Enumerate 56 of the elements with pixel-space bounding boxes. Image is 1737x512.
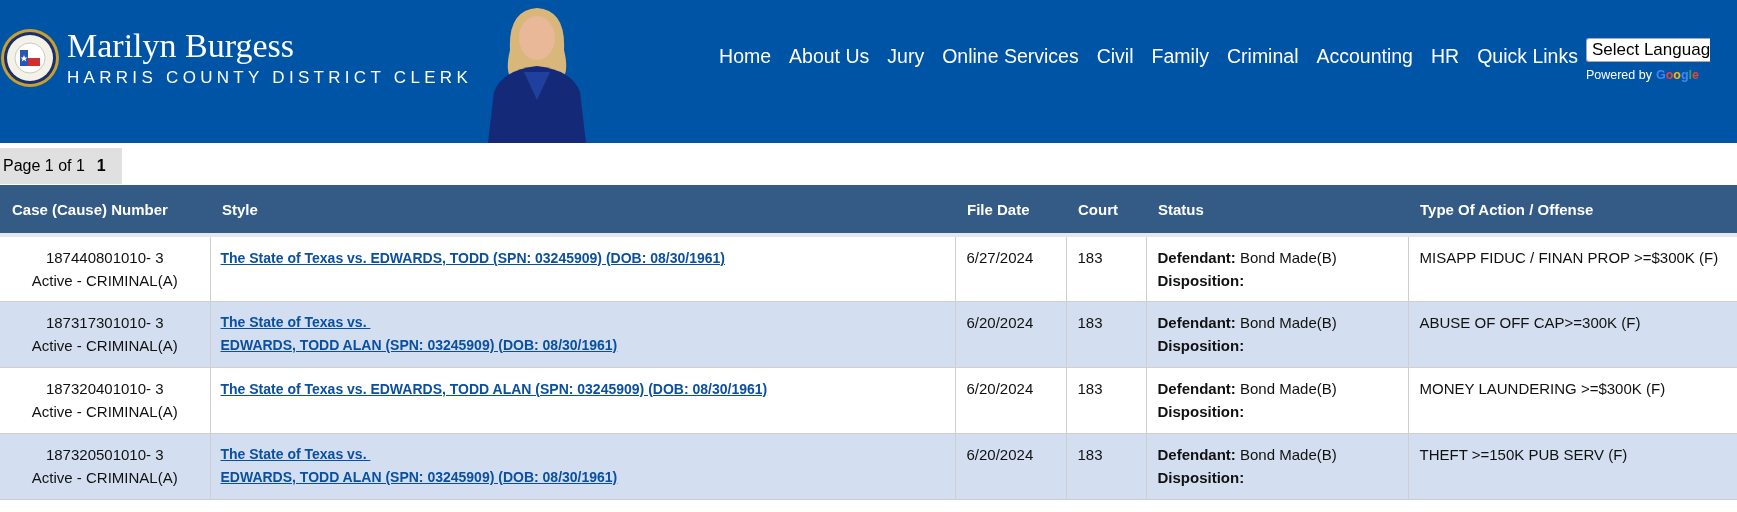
court-number: 183	[1066, 301, 1146, 367]
status-label: Defendant:	[1157, 379, 1236, 397]
column-header: File Date	[955, 185, 1066, 235]
nav-link[interactable]: Quick Links	[1477, 44, 1578, 68]
case-number: 187320401010- 3	[44, 378, 165, 399]
offense-text: MONEY LAUNDERING >=$300K (F)	[1408, 367, 1737, 433]
case-number: 187317301010- 3	[44, 312, 165, 333]
defendant-status: Bond Made(B)	[1240, 313, 1337, 331]
status-label: Disposition:	[1157, 272, 1245, 289]
file-date: 6/27/2024	[955, 235, 1066, 301]
case-status: Active - CRIMINAL(A)	[30, 335, 179, 356]
nav-link[interactable]: Jury	[887, 44, 925, 68]
status-label: Disposition:	[1157, 336, 1245, 354]
case-number: 187440801010- 3	[44, 248, 165, 268]
powered-by-text: Powered by	[1585, 68, 1652, 82]
language-select[interactable]: Select Languag	[1585, 38, 1711, 62]
seal-icon	[0, 28, 60, 88]
case-status: Active - CRIMINAL(A)	[30, 467, 179, 488]
column-header: Status	[1146, 185, 1408, 235]
nav-link[interactable]: Civil	[1096, 44, 1134, 68]
court-number: 183	[1066, 235, 1146, 301]
file-date: 6/20/2024	[955, 433, 1066, 499]
offense-text: MISAPP FIDUC / FINAN PROP >=$300K (F)	[1408, 235, 1737, 301]
column-header: Type Of Action / Offense	[1408, 185, 1737, 235]
nav-link[interactable]: Criminal	[1226, 44, 1299, 68]
status-label: Defendant:	[1157, 445, 1236, 463]
pager-label: Page 1 of 1	[3, 157, 85, 175]
column-header: Case (Cause) Number	[0, 185, 210, 235]
status-label: Defendant:	[1157, 313, 1236, 331]
page-link[interactable]: 1	[96, 157, 106, 175]
status-label: Disposition:	[1157, 402, 1245, 420]
case-status: Active - CRIMINAL(A)	[30, 401, 179, 422]
status-label: Defendant:	[1157, 249, 1236, 266]
nav-link[interactable]: Family	[1151, 44, 1209, 68]
nav-link[interactable]: About Us	[789, 44, 870, 68]
defendant-status: Bond Made(B)	[1240, 249, 1337, 266]
offense-text: ABUSE OF OFF CAP>=300K (F)	[1408, 301, 1737, 367]
court-number: 183	[1066, 433, 1146, 499]
nav-link[interactable]: Accounting	[1316, 44, 1413, 68]
site-title: Marilyn Burgess	[67, 27, 295, 65]
case-number: 187320501010- 3	[44, 444, 165, 465]
court-number: 183	[1066, 367, 1146, 433]
nav-link[interactable]: Home	[719, 44, 772, 68]
nav-link[interactable]: HR	[1430, 44, 1460, 68]
offense-text: THEFT >=150K PUB SERV (F)	[1408, 433, 1737, 499]
site-subtitle: HARRIS COUNTY DISTRICT CLERK	[67, 67, 473, 89]
google-logo: Google	[1655, 68, 1700, 82]
defendant-status: Bond Made(B)	[1240, 379, 1337, 397]
case-status: Active - CRIMINAL(A)	[30, 271, 179, 291]
nav-link[interactable]: Online Services	[942, 44, 1079, 68]
file-date: 6/20/2024	[955, 301, 1066, 367]
defendant-status: Bond Made(B)	[1240, 445, 1337, 463]
column-header: Court	[1066, 185, 1146, 235]
file-date: 6/20/2024	[955, 367, 1066, 433]
status-label: Disposition:	[1157, 468, 1245, 486]
column-header: Style	[210, 185, 955, 235]
